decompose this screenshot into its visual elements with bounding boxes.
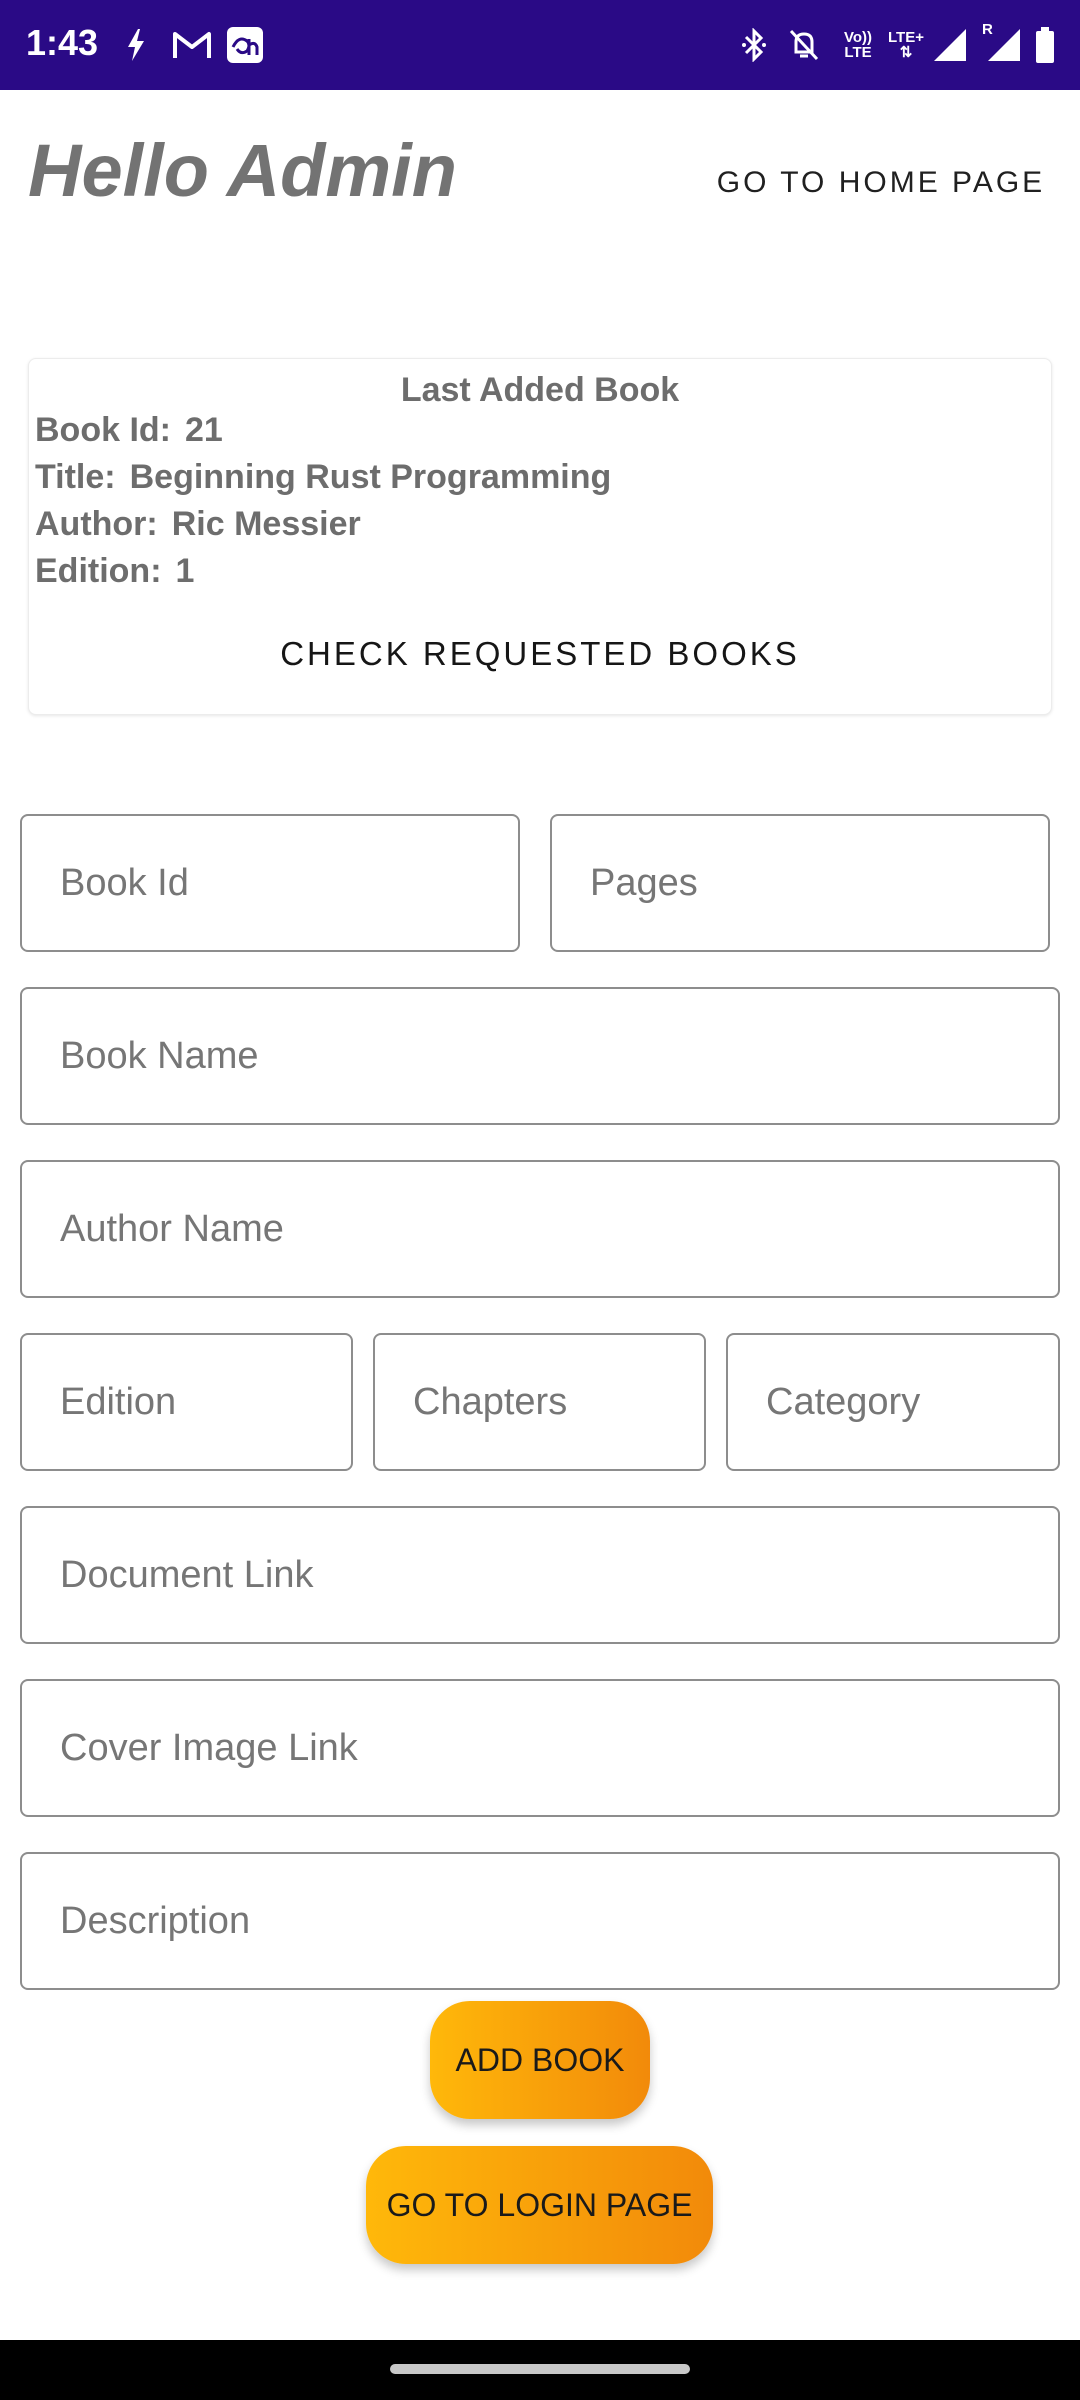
chapters-input[interactable] [375, 1335, 704, 1469]
status-bar: 1:43 Vo)) LTE LTE+ ⇅ R [0, 0, 1080, 90]
bluetooth-icon [734, 22, 774, 68]
roaming-signal-icon: R [980, 22, 1024, 68]
signal-icon [930, 22, 970, 68]
chapters-field[interactable] [373, 1333, 706, 1471]
gmail-icon [170, 22, 214, 68]
book-id-input[interactable] [22, 816, 518, 950]
card-title: Last Added Book [400, 371, 680, 409]
edition-field[interactable] [20, 1333, 353, 1471]
check-requested-books-button[interactable]: CHECK REQUESTED BOOKS [29, 629, 1051, 679]
greeting-title: Hello Admin [28, 129, 457, 212]
book-id-field[interactable] [20, 814, 520, 952]
navigation-bar [0, 2340, 1080, 2400]
book-id-row: Book Id: 21 [35, 411, 223, 450]
author-row: Author: Ric Messier [35, 505, 361, 544]
edition-label: Edition: [35, 552, 162, 590]
description-input[interactable] [22, 1854, 1058, 1988]
document-link-field[interactable] [20, 1506, 1060, 1644]
category-field[interactable] [726, 1333, 1060, 1471]
document-link-input[interactable] [22, 1508, 1058, 1642]
lte-plus-icon: LTE+ ⇅ [888, 29, 924, 61]
home-gesture-handle[interactable] [390, 2364, 690, 2374]
volte-icon: Vo)) LTE [843, 29, 873, 61]
cover-image-link-field[interactable] [20, 1679, 1060, 1817]
title-value: Beginning Rust Programming [129, 458, 612, 496]
title-label: Title: [35, 458, 116, 496]
title-row: Title: Beginning Rust Programming [35, 458, 611, 497]
hotstar-icon [224, 22, 266, 68]
author-name-field[interactable] [20, 1160, 1060, 1298]
last-added-book-card: Last Added Book Book Id: 21 Title: Beginni… [28, 358, 1052, 715]
author-label: Author: [35, 505, 158, 543]
edition-row: Edition: 1 [35, 552, 194, 591]
go-to-login-page-button[interactable]: GO TO LOGIN PAGE [366, 2146, 713, 2264]
bell-off-icon [784, 22, 824, 68]
status-time: 1:43 [26, 22, 99, 63]
edition-input[interactable] [22, 1335, 351, 1469]
author-name-input[interactable] [22, 1162, 1058, 1296]
pages-field[interactable] [550, 814, 1050, 952]
flash-icon [120, 22, 152, 68]
book-name-field[interactable] [20, 987, 1060, 1125]
add-book-button[interactable]: ADD BOOK [430, 2001, 650, 2119]
book-id-label: Book Id: [35, 411, 171, 449]
author-value: Ric Messier [171, 505, 361, 543]
go-to-home-page-button[interactable]: GO TO HOME PAGE [716, 160, 1046, 206]
category-input[interactable] [728, 1335, 1058, 1469]
edition-value: 1 [175, 552, 195, 590]
book-id-value: 21 [184, 411, 223, 449]
battery-icon [1030, 22, 1060, 68]
pages-input[interactable] [552, 816, 1048, 950]
book-name-input[interactable] [22, 989, 1058, 1123]
description-field[interactable] [20, 1852, 1060, 1990]
cover-image-link-input[interactable] [22, 1681, 1058, 1815]
